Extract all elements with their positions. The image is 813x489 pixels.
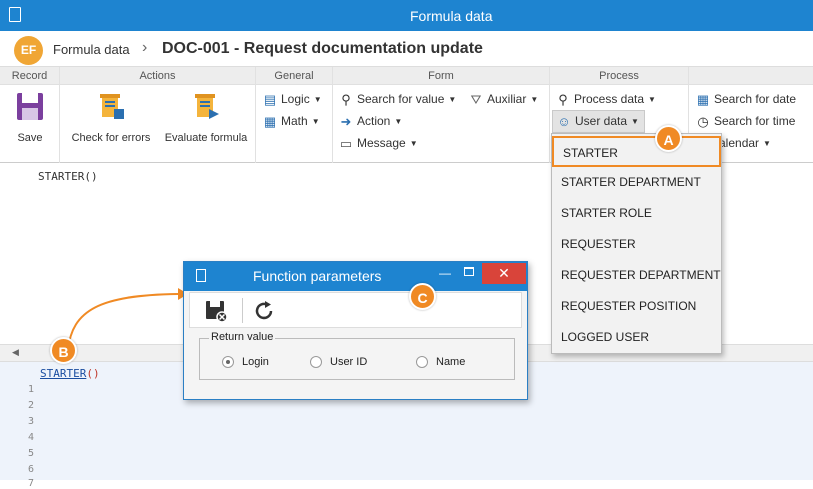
chevron-down-icon: ▼ bbox=[530, 95, 539, 105]
save-button[interactable]: Save bbox=[8, 91, 52, 144]
dialog-toolbar bbox=[189, 292, 522, 328]
menu-item-starter-role[interactable]: STARTER ROLE bbox=[552, 198, 721, 229]
page-title: DOC-001 - Request documentation update bbox=[162, 40, 483, 57]
line-number: 3 bbox=[27, 416, 34, 427]
message-icon: ▭ bbox=[339, 135, 353, 151]
auxiliar-dropdown[interactable]: ⛛ Auxiliar ▼ bbox=[468, 91, 539, 107]
return-value-label: Return value bbox=[209, 331, 276, 343]
chevron-down-icon: ▼ bbox=[631, 117, 639, 127]
chevron-down-icon: ▼ bbox=[394, 117, 403, 127]
calendar-dropdown[interactable]: alendar ▼ bbox=[719, 136, 771, 150]
code-line: STARTER() bbox=[40, 367, 100, 380]
menu-item-logged-user[interactable]: LOGGED USER bbox=[552, 322, 721, 353]
evaluate-formula-button[interactable]: Evaluate formula bbox=[160, 91, 252, 144]
callout-badge-b: B bbox=[50, 337, 77, 364]
line-number: 5 bbox=[27, 448, 34, 459]
toolbar-separator bbox=[242, 298, 243, 323]
search-for-time-dropdown[interactable]: ◷ Search for time bbox=[695, 114, 795, 129]
line-number: 1 bbox=[27, 384, 34, 395]
window-title: Formula data bbox=[410, 8, 493, 24]
maximize-button[interactable] bbox=[464, 267, 474, 276]
radio-name[interactable]: Name bbox=[416, 356, 465, 369]
arrow-right-icon: ➜ bbox=[340, 113, 352, 129]
breadcrumb: EF Formula data › DOC-001 - Request docu… bbox=[0, 31, 813, 67]
menu-item-requester[interactable]: REQUESTER bbox=[552, 229, 721, 260]
menu-item-starter-department[interactable]: STARTER DEPARTMENT bbox=[552, 167, 721, 198]
evaluate-formula-label: Evaluate formula bbox=[164, 132, 248, 144]
save-close-icon[interactable] bbox=[204, 299, 228, 323]
minimize-button[interactable]: — bbox=[439, 266, 451, 280]
window-titlebar: Formula data bbox=[0, 0, 813, 31]
refresh-icon[interactable] bbox=[253, 299, 277, 323]
action-dropdown[interactable]: ➜ Action ▼ bbox=[338, 113, 403, 129]
calculator-icon: ▦ bbox=[263, 113, 277, 129]
message-dropdown[interactable]: ▭ Message ▼ bbox=[338, 136, 418, 151]
user-data-dropdown[interactable]: ☺ User data ▼ bbox=[552, 110, 645, 133]
callout-badge-c: C bbox=[409, 283, 436, 310]
ribbon-group-general: General ▤ Logic ▼ ▦ Math ▼ bbox=[256, 67, 333, 163]
calendar-search-icon: ▦ bbox=[696, 91, 710, 107]
breadcrumb-separator: › bbox=[142, 39, 148, 56]
radio-button[interactable] bbox=[310, 356, 322, 369]
evaluate-formula-icon bbox=[195, 94, 219, 119]
menu-item-starter[interactable]: STARTER bbox=[552, 136, 721, 167]
user-icon: ☺ bbox=[557, 113, 571, 129]
search-icon: ⚲ bbox=[558, 91, 568, 107]
process-data-dropdown[interactable]: ⚲ Process data ▼ bbox=[555, 92, 656, 107]
save-icon bbox=[17, 93, 43, 120]
radio-button-selected[interactable] bbox=[222, 356, 234, 369]
line-gutter: 1 2 3 4 5 6 7 bbox=[0, 362, 36, 489]
check-errors-icon bbox=[100, 94, 124, 119]
ribbon-group-actions: Actions Check for errors Evaluate formul… bbox=[60, 67, 256, 163]
close-button[interactable]: ✕ bbox=[482, 263, 526, 284]
chevron-down-icon: ▼ bbox=[409, 139, 418, 149]
logic-icon: ▤ bbox=[263, 91, 277, 107]
filter-icon: ⛛ bbox=[470, 91, 482, 107]
logic-dropdown[interactable]: ▤ Logic ▼ bbox=[262, 92, 322, 107]
line-number: 4 bbox=[27, 432, 34, 443]
user-data-menu: STARTER STARTER DEPARTMENT STARTER ROLE … bbox=[551, 133, 722, 354]
formula-text: STARTER() bbox=[38, 170, 98, 183]
chevron-down-icon: ▼ bbox=[448, 95, 457, 105]
math-dropdown[interactable]: ▦ Math ▼ bbox=[262, 114, 320, 129]
formula-logo-icon: EF bbox=[14, 36, 43, 65]
chevron-down-icon: ▼ bbox=[763, 139, 771, 149]
group-header-form: Form bbox=[333, 67, 549, 85]
function-parameters-dialog: Function parameters — ✕ Return value Log… bbox=[183, 261, 528, 400]
menu-item-requester-position[interactable]: REQUESTER POSITION bbox=[552, 291, 721, 322]
check-errors-label: Check for errors bbox=[71, 132, 151, 144]
group-header-date bbox=[689, 67, 813, 85]
radio-login[interactable]: Login bbox=[222, 356, 269, 369]
radio-button[interactable] bbox=[416, 356, 428, 369]
clock-icon: ◷ bbox=[697, 113, 709, 129]
chevron-down-icon: ▼ bbox=[313, 95, 322, 105]
chevron-down-icon: ▼ bbox=[648, 95, 656, 105]
search-for-date-dropdown[interactable]: ▦ Search for date bbox=[695, 92, 796, 107]
breadcrumb-parent[interactable]: Formula data bbox=[53, 42, 130, 57]
code-keyword[interactable]: STARTER bbox=[40, 367, 86, 380]
group-header-actions: Actions bbox=[60, 67, 255, 85]
dialog-title: Function parameters bbox=[253, 268, 382, 284]
group-header-process: Process bbox=[550, 67, 688, 85]
dialog-titlebar[interactable]: Function parameters — ✕ bbox=[184, 262, 527, 291]
return-value-group: Return value Login User ID Name bbox=[199, 331, 515, 380]
menu-item-requester-department[interactable]: REQUESTER DEPARTMENT bbox=[552, 260, 721, 291]
save-label: Save bbox=[17, 132, 43, 144]
ribbon-group-record: Record Save bbox=[0, 67, 60, 163]
callout-badge-a: A bbox=[655, 125, 682, 152]
ribbon-group-form: Form ⚲ Search for value ▼ ⛛ Auxiliar ▼ ➜ Acti… bbox=[333, 67, 550, 163]
document-icon bbox=[196, 269, 206, 282]
collapse-left-icon[interactable]: ◀ bbox=[12, 347, 19, 358]
search-for-value-dropdown[interactable]: ⚲ Search for value ▼ bbox=[338, 92, 456, 107]
chevron-down-icon: ▼ bbox=[311, 117, 320, 127]
pointer-arrow bbox=[67, 288, 188, 351]
check-errors-button[interactable]: Check for errors bbox=[68, 91, 154, 144]
search-icon: ⚲ bbox=[341, 91, 351, 107]
code-parens: () bbox=[86, 367, 100, 380]
line-number: 2 bbox=[27, 400, 34, 411]
line-number: 6 bbox=[27, 464, 34, 475]
group-header-record: Record bbox=[0, 67, 59, 85]
group-header-general: General bbox=[256, 67, 332, 85]
radio-user-id[interactable]: User ID bbox=[310, 356, 367, 369]
